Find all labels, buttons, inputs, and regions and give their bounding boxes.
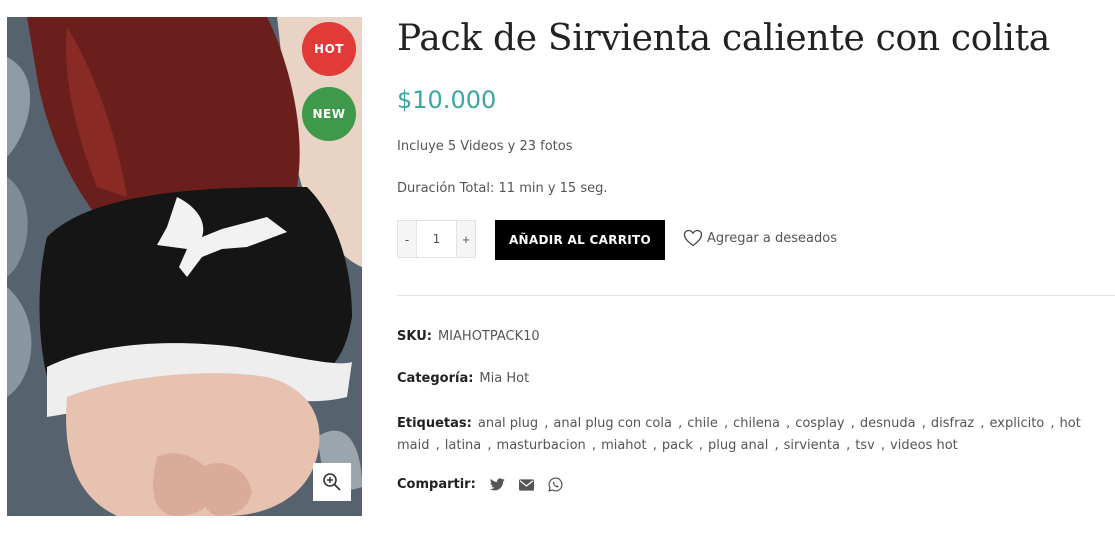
quantity-input[interactable] (417, 221, 456, 257)
quantity-increase-button[interactable]: + (456, 221, 475, 257)
category-link[interactable]: Mia Hot (479, 371, 529, 386)
tag-separator: , (673, 416, 683, 431)
quantity-decrease-button[interactable]: - (398, 221, 417, 257)
tag-separator: , (587, 438, 597, 453)
category-label: Categoría: (397, 371, 474, 386)
zoom-in-icon (323, 473, 341, 491)
product-price: $10.000 (397, 86, 497, 114)
tag-separator: , (917, 416, 926, 431)
product-photo (7, 17, 362, 516)
divider (397, 295, 1115, 296)
tag-separator: , (719, 416, 729, 431)
zoom-button[interactable] (313, 463, 351, 501)
tag-separator: , (976, 416, 985, 431)
tags-row: Etiquetas: anal plug , anal plug con cola … (397, 413, 1112, 457)
share-icons (489, 477, 577, 492)
tag-separator: , (841, 438, 851, 453)
tag-link[interactable]: plug anal (708, 438, 768, 453)
tag-link[interactable]: tsv (855, 438, 875, 453)
share-row: Compartir: (397, 477, 577, 492)
tag-link[interactable]: disfraz (931, 416, 974, 431)
tag-link[interactable]: sirvienta (784, 438, 840, 453)
product-description-line2: Duración Total: 11 min y 15 seg. (397, 181, 608, 196)
tag-link[interactable]: masturbacion (497, 438, 586, 453)
tags-label: Etiquetas: (397, 416, 472, 431)
tag-list: anal plug , anal plug con cola , chile , ch… (397, 416, 1081, 453)
whatsapp-icon[interactable] (548, 477, 563, 492)
tag-separator: , (781, 416, 791, 431)
add-to-cart-button[interactable]: AÑADIR AL CARRITO (495, 220, 665, 260)
tag-separator: , (540, 416, 549, 431)
tag-link[interactable]: desnuda (860, 416, 916, 431)
sku-row: SKU: MIAHOTPACK10 (397, 329, 540, 344)
tag-separator: , (483, 438, 492, 453)
tag-separator: , (694, 438, 704, 453)
new-badge: NEW (302, 87, 356, 141)
product-title: Pack de Sirvienta caliente con colita (397, 18, 1050, 59)
sku-value: MIAHOTPACK10 (437, 329, 540, 344)
wishlist-label: Agregar a deseados (707, 230, 837, 246)
tag-link[interactable]: videos hot (890, 438, 958, 453)
tag-separator: , (876, 438, 886, 453)
tag-separator: , (1046, 416, 1055, 431)
product-image-gallery[interactable]: HOT NEW (7, 17, 362, 516)
heart-icon (683, 229, 703, 247)
tag-link[interactable]: explicito (990, 416, 1045, 431)
add-to-wishlist-link[interactable]: Agregar a deseados (683, 229, 837, 247)
twitter-icon[interactable] (489, 478, 505, 491)
product-description-line1: Incluye 5 Videos y 23 fotos (397, 139, 573, 154)
category-row: Categoría: Mia Hot (397, 371, 529, 386)
tag-link[interactable]: latina (445, 438, 482, 453)
tag-separator: , (846, 416, 855, 431)
share-label: Compartir: (397, 477, 476, 492)
quantity-stepper: - + (397, 220, 476, 258)
tag-link[interactable]: chilena (733, 416, 780, 431)
tag-link[interactable]: cosplay (795, 416, 844, 431)
tag-separator: , (431, 438, 440, 453)
tag-link[interactable]: pack (662, 438, 693, 453)
email-icon[interactable] (518, 478, 534, 491)
tag-link[interactable]: anal plug con cola (553, 416, 672, 431)
tag-link[interactable]: chile (687, 416, 718, 431)
tag-link[interactable]: anal plug (478, 416, 538, 431)
tag-separator: , (648, 438, 657, 453)
hot-badge: HOT (302, 22, 356, 76)
tag-separator: , (770, 438, 779, 453)
tag-link[interactable]: miahot (601, 438, 647, 453)
sku-label: SKU: (397, 329, 432, 344)
